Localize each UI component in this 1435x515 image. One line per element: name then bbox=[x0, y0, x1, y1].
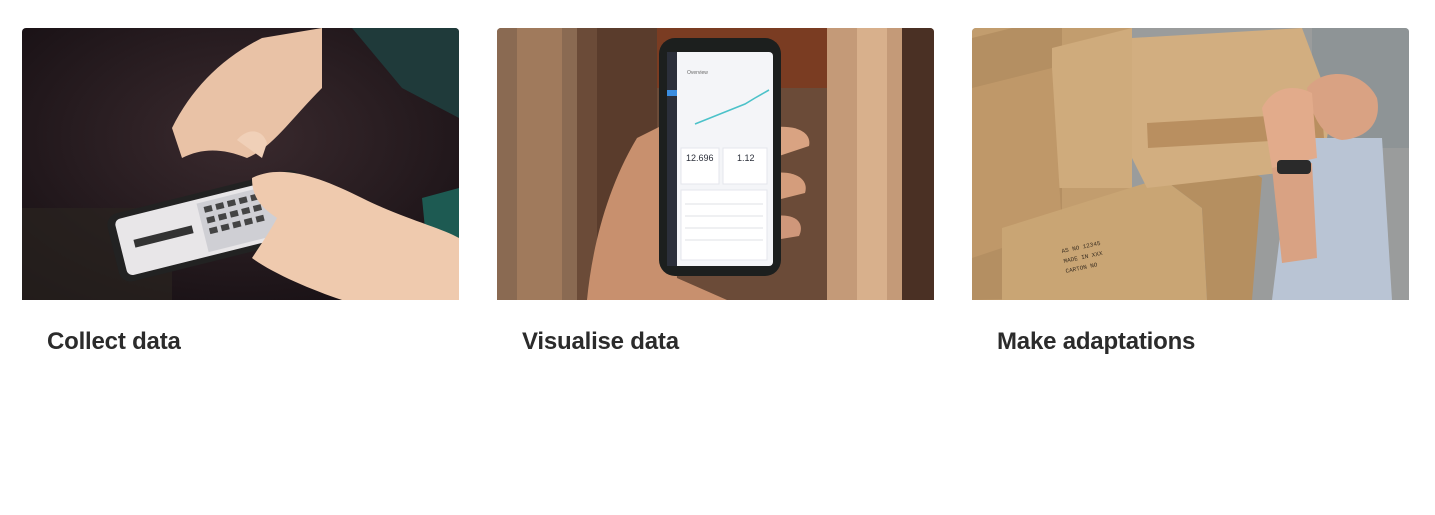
card-title-adapt[interactable]: Make adaptations bbox=[972, 300, 1409, 357]
card-image-collect bbox=[22, 28, 459, 300]
dashboard-stat-2: 1.12 bbox=[737, 153, 755, 163]
dashboard-header: Overview bbox=[687, 70, 708, 76]
card-title-visualise[interactable]: Visualise data bbox=[497, 300, 934, 357]
card-title-collect[interactable]: Collect data bbox=[22, 300, 459, 357]
feature-card-visualise[interactable]: Overview 12.696 1.12 Visualise data bbox=[497, 28, 934, 357]
card-image-visualise: Overview 12.696 1.12 bbox=[497, 28, 934, 300]
feature-card-collect[interactable]: Collect data bbox=[22, 28, 459, 357]
feature-card-adapt[interactable]: AS NO 12345 MADE IN XXX CARTON NO Make a… bbox=[972, 28, 1409, 357]
card-image-adapt: AS NO 12345 MADE IN XXX CARTON NO bbox=[972, 28, 1409, 300]
dashboard-stat-1: 12.696 bbox=[686, 153, 714, 163]
